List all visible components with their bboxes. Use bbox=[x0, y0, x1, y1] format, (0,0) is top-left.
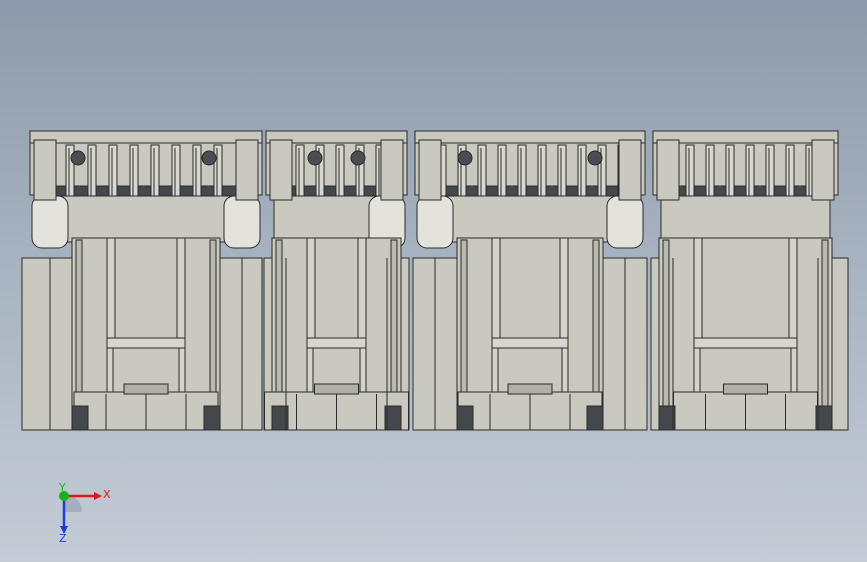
module-rail-lower bbox=[561, 347, 569, 393]
module-top-band bbox=[29, 130, 263, 144]
module-crossbar bbox=[106, 337, 186, 349]
module-latch-left bbox=[416, 195, 454, 249]
module-rail-lower bbox=[491, 347, 499, 393]
y-axis-label: Y bbox=[58, 482, 66, 494]
x-axis-arrow-icon bbox=[94, 492, 102, 500]
module-rail bbox=[491, 237, 501, 339]
module-rail bbox=[306, 237, 316, 339]
module-mid-plate bbox=[37, 195, 255, 243]
module-rail-lower bbox=[359, 347, 367, 393]
module-side-right bbox=[235, 139, 259, 201]
module-hole-icon bbox=[350, 150, 366, 166]
module-hole-icon bbox=[201, 150, 217, 166]
module-side-right bbox=[811, 139, 835, 201]
module-rail-lower bbox=[306, 347, 314, 393]
module-latch-left bbox=[31, 195, 69, 249]
module-rail bbox=[559, 237, 569, 339]
module-key-tab bbox=[507, 383, 553, 395]
module-frame-edge bbox=[662, 239, 670, 429]
module-rail bbox=[693, 237, 703, 339]
module-mid-plate bbox=[660, 195, 831, 243]
z-axis-label: Z bbox=[59, 532, 67, 545]
module-side-left bbox=[33, 139, 57, 201]
module-mid-plate bbox=[422, 195, 638, 243]
cad-viewport[interactable] bbox=[0, 0, 867, 562]
module-rail-lower bbox=[693, 347, 701, 393]
connector-assembly-model[interactable] bbox=[21, 130, 849, 431]
module-foot-shadow bbox=[71, 405, 89, 431]
module-foot-shadow bbox=[456, 405, 474, 431]
module-side-right bbox=[618, 139, 642, 201]
module-latch-right bbox=[606, 195, 644, 249]
connector-module-1 bbox=[21, 130, 263, 431]
module-side-left bbox=[656, 139, 680, 201]
module-rail bbox=[788, 237, 798, 339]
module-crossbar bbox=[306, 337, 367, 349]
module-side-left bbox=[418, 139, 442, 201]
connector-module-3 bbox=[412, 130, 648, 431]
module-key-tab bbox=[123, 383, 169, 395]
module-top-band bbox=[652, 130, 839, 144]
module-hole-icon bbox=[70, 150, 86, 166]
module-top-band bbox=[414, 130, 646, 144]
module-side-left bbox=[269, 139, 293, 201]
module-crossbar bbox=[491, 337, 569, 349]
module-rail bbox=[176, 237, 186, 339]
module-foot-shadow bbox=[203, 405, 221, 431]
module-rail-lower bbox=[178, 347, 186, 393]
x-axis-label: X bbox=[103, 488, 111, 501]
module-hole-icon bbox=[587, 150, 603, 166]
module-latch-right bbox=[223, 195, 261, 249]
module-rail bbox=[106, 237, 116, 339]
module-key-tab bbox=[723, 383, 768, 395]
module-frame-edge bbox=[821, 239, 829, 429]
module-foot-shadow bbox=[586, 405, 604, 431]
connector-module-2 bbox=[263, 130, 410, 431]
module-rail-lower bbox=[790, 347, 798, 393]
module-side-right bbox=[380, 139, 404, 201]
module-crossbar bbox=[693, 337, 798, 349]
module-hole-icon bbox=[457, 150, 473, 166]
module-rail bbox=[357, 237, 367, 339]
module-rail-lower bbox=[106, 347, 114, 393]
module-hole-icon bbox=[307, 150, 323, 166]
connector-module-4 bbox=[650, 130, 849, 431]
module-key-tab bbox=[314, 383, 359, 395]
coordinate-triad: X Z Y bbox=[58, 482, 111, 545]
